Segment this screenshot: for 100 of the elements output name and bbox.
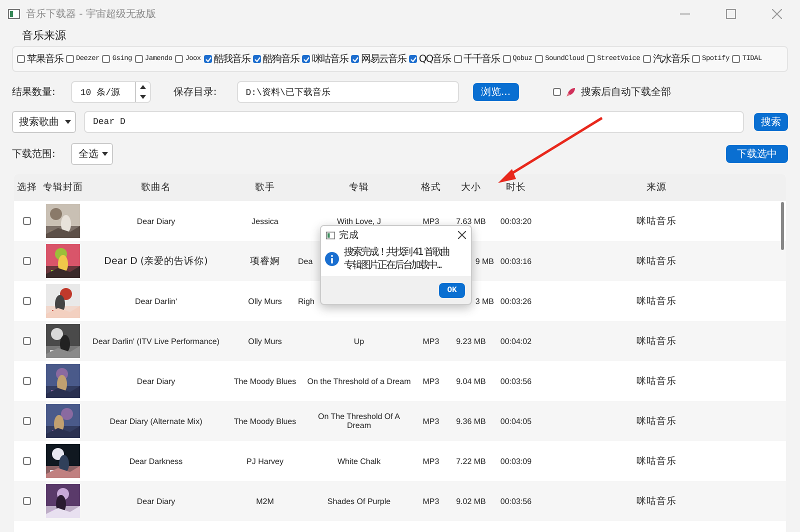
checkbox-label: QQ音乐 bbox=[418, 52, 451, 66]
table-cell-text: 9.04 MB bbox=[455, 376, 487, 386]
checkbox[interactable] bbox=[454, 55, 462, 63]
table-cell-text: Dear Diary bbox=[136, 216, 176, 226]
table-cell-text: MP3 bbox=[422, 416, 440, 426]
column-header: 格式 bbox=[420, 181, 442, 194]
table-cell-text: On The Threshold Of A Dream bbox=[317, 412, 401, 430]
table-cell-text: 咪咕音乐 bbox=[636, 494, 678, 508]
dialog-message: 专辑图片正在后台加载中... bbox=[344, 259, 443, 272]
checkbox[interactable] bbox=[23, 417, 31, 425]
table-cell-text: 咪咕音乐 bbox=[636, 454, 678, 468]
range-label: 下载范围: bbox=[12, 148, 56, 161]
table-cell-text: 咪咕音乐 bbox=[636, 334, 678, 348]
maximize-icon[interactable] bbox=[726, 9, 736, 19]
dialog-title: 完成 bbox=[339, 228, 360, 242]
close-icon[interactable] bbox=[458, 231, 466, 239]
table-cell-text: Shades Of Purple bbox=[326, 496, 392, 506]
checkbox[interactable] bbox=[552, 88, 561, 96]
table-cell-text: Dear Darlin' (ITV Live Performance) bbox=[92, 336, 220, 346]
table-cell-text: White Chalk bbox=[336, 456, 382, 466]
window-title: 音乐下载器 - 宇宙超级无敌版 bbox=[26, 8, 157, 21]
checkbox-label: 苹果音乐 bbox=[27, 52, 63, 66]
table-cell-text: Dear Darlin' bbox=[134, 296, 178, 306]
checkbox[interactable] bbox=[535, 55, 544, 63]
checkbox[interactable] bbox=[66, 55, 74, 63]
checkbox[interactable] bbox=[17, 55, 25, 63]
table-cell-text: Dear Diary bbox=[136, 376, 176, 386]
checkbox[interactable] bbox=[302, 55, 310, 63]
table-cell-text: 9.36 MB bbox=[455, 416, 487, 426]
table-cell-text: Dear Darkness bbox=[128, 456, 184, 466]
search-mode-dropdown[interactable]: 搜索歌曲 bbox=[12, 111, 76, 133]
search-field[interactable]: Dear D bbox=[84, 111, 744, 133]
checkbox[interactable] bbox=[252, 55, 261, 63]
table-cell: Dea bbox=[298, 256, 313, 266]
ok-button[interactable]: OK bbox=[439, 282, 465, 298]
checkbox[interactable] bbox=[692, 55, 700, 63]
table-cell-text: 咪咕音乐 bbox=[636, 374, 678, 388]
checkbox[interactable] bbox=[134, 55, 143, 63]
table-cell-text: 00:03:26 bbox=[499, 296, 533, 306]
table-cell-text: MP3 bbox=[422, 216, 440, 226]
table-cell-text: With Love, J bbox=[336, 216, 382, 226]
table-cell-text: MP3 bbox=[422, 336, 440, 346]
app-icon bbox=[326, 230, 335, 240]
checkbox[interactable] bbox=[23, 217, 31, 225]
checkbox[interactable] bbox=[23, 297, 31, 305]
column-header: 歌手 bbox=[254, 181, 276, 194]
column-header: 歌曲名 bbox=[140, 181, 172, 194]
table-cell-text: 咪咕音乐 bbox=[636, 254, 678, 268]
table-cell-text: MP3 bbox=[422, 456, 440, 466]
table-cell-text: PJ Harvey bbox=[246, 456, 284, 466]
checkbox-label: 搜索后自动下载全部 bbox=[580, 86, 671, 99]
checkbox-label: 网易云音乐 bbox=[360, 52, 406, 66]
table-cell-text: 00:03:56 bbox=[499, 496, 533, 506]
checkbox[interactable] bbox=[175, 55, 184, 63]
checkbox[interactable] bbox=[502, 55, 511, 63]
checkbox-label: 咪咕音乐 bbox=[312, 52, 348, 66]
column-header: 时长 bbox=[505, 181, 527, 194]
checkbox[interactable] bbox=[23, 337, 31, 345]
table-cell-text: 7.63 MB bbox=[455, 216, 487, 226]
checkbox[interactable] bbox=[23, 257, 31, 265]
checkbox[interactable] bbox=[732, 55, 740, 63]
table-cell-text: 咪咕音乐 bbox=[636, 294, 678, 308]
app-icon bbox=[8, 8, 20, 20]
table-cell-text: Jessica bbox=[250, 216, 280, 226]
checkbox[interactable] bbox=[102, 55, 110, 63]
checkbox[interactable] bbox=[350, 55, 359, 63]
count-label: 结果数量: bbox=[12, 86, 56, 99]
table-cell: Righ bbox=[298, 296, 314, 306]
checkbox[interactable] bbox=[23, 457, 31, 465]
scrollbar[interactable] bbox=[781, 202, 784, 250]
table-cell-text: 00:03:09 bbox=[499, 456, 533, 466]
checkbox[interactable] bbox=[587, 55, 596, 63]
column-header: 选择 bbox=[16, 181, 38, 194]
column-header: 专辑封面 bbox=[42, 181, 84, 194]
download-selected-button[interactable]: 下载选中 bbox=[726, 145, 788, 163]
checkbox[interactable] bbox=[643, 55, 652, 63]
table-cell-text: 咪咕音乐 bbox=[636, 214, 678, 228]
range-dropdown[interactable]: 全选 bbox=[71, 143, 114, 165]
directory-field[interactable]: D:\资料\已下载音乐 bbox=[236, 81, 459, 103]
minimize-icon[interactable] bbox=[680, 13, 690, 15]
column-header: 来源 bbox=[646, 181, 668, 194]
group-title: 音乐来源 bbox=[22, 28, 66, 43]
table-cell-text: Up bbox=[352, 336, 366, 346]
table-cell-text: 咪咕音乐 bbox=[636, 414, 678, 428]
caret-icon bbox=[102, 152, 108, 156]
table-cell-text: MP3 bbox=[422, 376, 440, 386]
checkbox[interactable] bbox=[204, 55, 212, 63]
table-cell-text: 9.23 MB bbox=[455, 336, 487, 346]
column-header: 大小 bbox=[460, 181, 482, 194]
browse-button[interactable]: 浏览... bbox=[472, 83, 519, 101]
checkbox[interactable] bbox=[408, 55, 417, 63]
checkbox[interactable] bbox=[23, 377, 31, 385]
checkbox-label: 酷我音乐 bbox=[214, 52, 250, 66]
count-spinbox[interactable]: 10 条/源 bbox=[71, 81, 152, 103]
table-cell-text: The Moody Blues bbox=[232, 376, 298, 386]
table-cell-text: On the Threshold of a Dream bbox=[306, 376, 412, 386]
info-icon bbox=[325, 252, 339, 266]
checkbox[interactable] bbox=[23, 497, 31, 505]
search-button[interactable]: 搜索 bbox=[754, 113, 788, 131]
checkbox-label: 酷狗音乐 bbox=[262, 52, 299, 66]
